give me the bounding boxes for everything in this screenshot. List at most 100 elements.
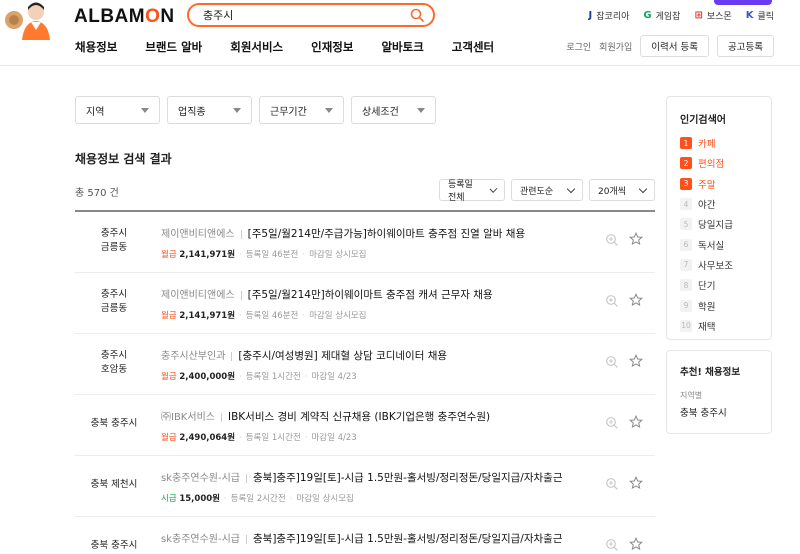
pay-type: 월급 [161, 433, 177, 443]
job-headline[interactable]: sk충주연수원-시급 충북]충주]19일[토]-시급 1.5만원-홀서빙/정리정돈… [161, 530, 563, 546]
separator-dot: · [304, 372, 308, 382]
nav-support[interactable]: 고객센터 [452, 39, 494, 55]
filter-detail[interactable]: 상세조건 [351, 96, 436, 124]
popular-keyword[interactable]: 8 단기 [680, 275, 733, 295]
dropdown-arrow-icon [141, 107, 149, 113]
signup-link[interactable]: 회원가입 [599, 40, 632, 53]
popular-keyword[interactable]: 5 당일지급 [680, 214, 733, 234]
separator-dot: · [239, 311, 242, 321]
sort-page-size[interactable]: 20개씩 [589, 179, 655, 201]
keyword-label: 재택 [698, 321, 716, 333]
preview-zoom-icon[interactable] [605, 355, 619, 369]
preview-zoom-icon[interactable] [605, 294, 619, 308]
separator-dot: · [302, 250, 306, 260]
sort-relevance[interactable]: 관련도순 [511, 179, 583, 201]
deadline: 마감일 상시모집 [309, 311, 367, 321]
job-title[interactable]: IBK서비스 경비 계약직 신규채용 (IBK기업은행 충주연수원) [228, 411, 490, 423]
job-row[interactable]: 충주시 호암동 충주시산부인과 [충주시/여성병원] 제대혈 상담 코디네이터 채용 월… [75, 334, 655, 395]
popular-keyword[interactable]: 1 카페 [680, 133, 733, 153]
star-icon[interactable] [629, 293, 643, 307]
popular-keyword[interactable]: 3 주말 [680, 174, 733, 194]
search-icon[interactable] [410, 8, 424, 22]
star-icon[interactable] [629, 537, 643, 551]
albamon-logo[interactable]: ALBAMON [74, 6, 175, 28]
job-title[interactable]: 충북]충주]19일[토]-시급 1.5만원-홀서빙/정리정돈/당일지급/자차출근 [253, 472, 562, 484]
job-row[interactable]: 충북 충주시 ㈜IBK서비스 IBK서비스 경비 계약직 신규채용 (IBK기업은행… [75, 395, 655, 456]
search-box[interactable] [187, 3, 435, 27]
preview-zoom-icon[interactable] [605, 233, 619, 247]
preview-zoom-icon[interactable] [605, 538, 619, 552]
posted-time: 등록일 2시간전 [230, 494, 286, 504]
job-row[interactable]: 충주시 금릉동 제이앤비티앤에스 [주5일/월214만]하이웨이마트 충주점 캐셔 근… [75, 273, 655, 334]
separator [240, 290, 242, 300]
job-row[interactable]: 충북 충주시 sk충주연수원-시급 충북]충주]19일[토]-시급 1.5만원-홀서… [75, 517, 655, 554]
star-icon[interactable] [629, 232, 643, 246]
search-input[interactable] [203, 7, 403, 23]
sort-controls: 등록일 전체 관련도순 20개씩 [439, 179, 655, 203]
promo-tab [714, 0, 772, 5]
job-title[interactable]: [충주시/여성병원] 제대혈 상담 코디네이터 채용 [238, 350, 447, 362]
job-headline[interactable]: ㈜IBK서비스 IBK서비스 경비 계약직 신규채용 (IBK기업은행 충주연수원… [161, 408, 490, 424]
job-company[interactable]: sk충주연수원-시급 [161, 534, 240, 545]
job-row[interactable]: 충주시 금릉동 제이앤비티앤에스 [주5일/월214만/주급가능]하이웨이마트 충주점… [75, 212, 655, 273]
popular-keyword[interactable]: 10 재택 [680, 316, 733, 336]
resume-register-button[interactable]: 이력서 등록 [640, 35, 710, 57]
job-company[interactable]: 제이앤비티앤에스 [161, 229, 235, 240]
dropdown-arrow-icon [233, 107, 241, 113]
keyword-label: 사무보조 [698, 260, 733, 272]
keyword-label: 야간 [698, 200, 716, 212]
partner-bossmon[interactable]: ⊞ 보스몬 [694, 9, 731, 22]
nav-talent[interactable]: 인재정보 [311, 39, 353, 55]
popular-keyword[interactable]: 4 야간 [680, 194, 733, 214]
job-meta: 시급 15,000원·등록일 2시간전·마감일 상시모집 [161, 492, 354, 504]
job-company[interactable]: ㈜IBK서비스 [161, 412, 215, 423]
separator-dot: · [304, 433, 308, 443]
partner-jobkorea[interactable]: J 잡코리아 [589, 9, 630, 22]
preview-zoom-icon[interactable] [605, 477, 619, 491]
star-icon[interactable] [629, 476, 643, 490]
job-headline[interactable]: 충주시산부인과 [충주시/여성병원] 제대혈 상담 코디네이터 채용 [161, 347, 447, 363]
popular-keyword[interactable]: 7 사무보조 [680, 255, 733, 275]
filter-region[interactable]: 지역 [75, 96, 160, 124]
star-icon[interactable] [629, 415, 643, 429]
star-icon[interactable] [629, 354, 643, 368]
job-location-city: 충북 제천시 [90, 479, 138, 490]
chevron-down-icon [566, 184, 576, 193]
job-row[interactable]: 충북 제천시 sk충주연수원-시급 충북]충주]19일[토]-시급 1.5만원-홀서… [75, 456, 655, 517]
preview-zoom-icon[interactable] [605, 416, 619, 430]
job-headline[interactable]: 제이앤비티앤에스 [주5일/월214만]하이웨이마트 충주점 캐셔 근무자 채용 [161, 286, 493, 302]
sort-date[interactable]: 등록일 전체 [439, 179, 505, 203]
job-company[interactable]: 충주시산부인과 [161, 351, 225, 362]
popular-keyword[interactable]: 9 학원 [680, 295, 733, 315]
separator-dot: · [239, 250, 242, 260]
job-title[interactable]: [주5일/월214만]하이웨이마트 충주점 캐셔 근무자 채용 [248, 289, 493, 301]
recommend-region[interactable]: 충북 충주시 [680, 405, 727, 419]
nav-talk[interactable]: 알바토크 [381, 39, 423, 55]
nav-brand[interactable]: 브랜드 알바 [145, 39, 202, 55]
popular-keyword[interactable]: 6 독서실 [680, 234, 733, 254]
job-company[interactable]: sk충주연수원-시급 [161, 473, 240, 484]
partner-gamejob[interactable]: G 게임잡 [643, 9, 680, 22]
rank-badge: 2 [680, 157, 692, 170]
job-headline[interactable]: sk충주연수원-시급 충북]충주]19일[토]-시급 1.5만원-홀서빙/정리정돈… [161, 469, 563, 485]
popular-title: 인기검색어 [680, 115, 726, 126]
nav-member[interactable]: 회원서비스 [230, 39, 283, 55]
partner-label: 클릭 [757, 12, 774, 22]
main-nav: 채용정보 브랜드 알바 회원서비스 인재정보 알바토크 고객센터 [75, 39, 522, 55]
separator [220, 412, 222, 422]
filter-period[interactable]: 근무기간 [259, 96, 344, 124]
chevron-down-icon [638, 184, 648, 193]
pay-amount: 2,141,971원 [179, 250, 236, 260]
job-title[interactable]: [주5일/월214만/주급가능]하이웨이마트 충주점 진열 알바 채용 [248, 228, 526, 240]
nav-jobs[interactable]: 채용정보 [75, 39, 117, 55]
job-title[interactable]: 충북]충주]19일[토]-시급 1.5만원-홀서빙/정리정돈/당일지급/자차출근 [253, 533, 562, 545]
login-link[interactable]: 로그인 [566, 40, 591, 53]
popular-keyword[interactable]: 2 편의점 [680, 153, 733, 173]
post-register-button[interactable]: 공고등록 [717, 35, 774, 57]
job-company[interactable]: 제이앤비티앤에스 [161, 290, 235, 301]
filter-job-type[interactable]: 업직종 [167, 96, 252, 124]
partner-click[interactable]: K 클릭 [746, 9, 774, 22]
job-headline[interactable]: 제이앤비티앤에스 [주5일/월214만/주급가능]하이웨이마트 충주점 진열 알바… [161, 225, 525, 241]
partner-label: 보스몬 [706, 12, 732, 22]
separator [231, 351, 233, 361]
